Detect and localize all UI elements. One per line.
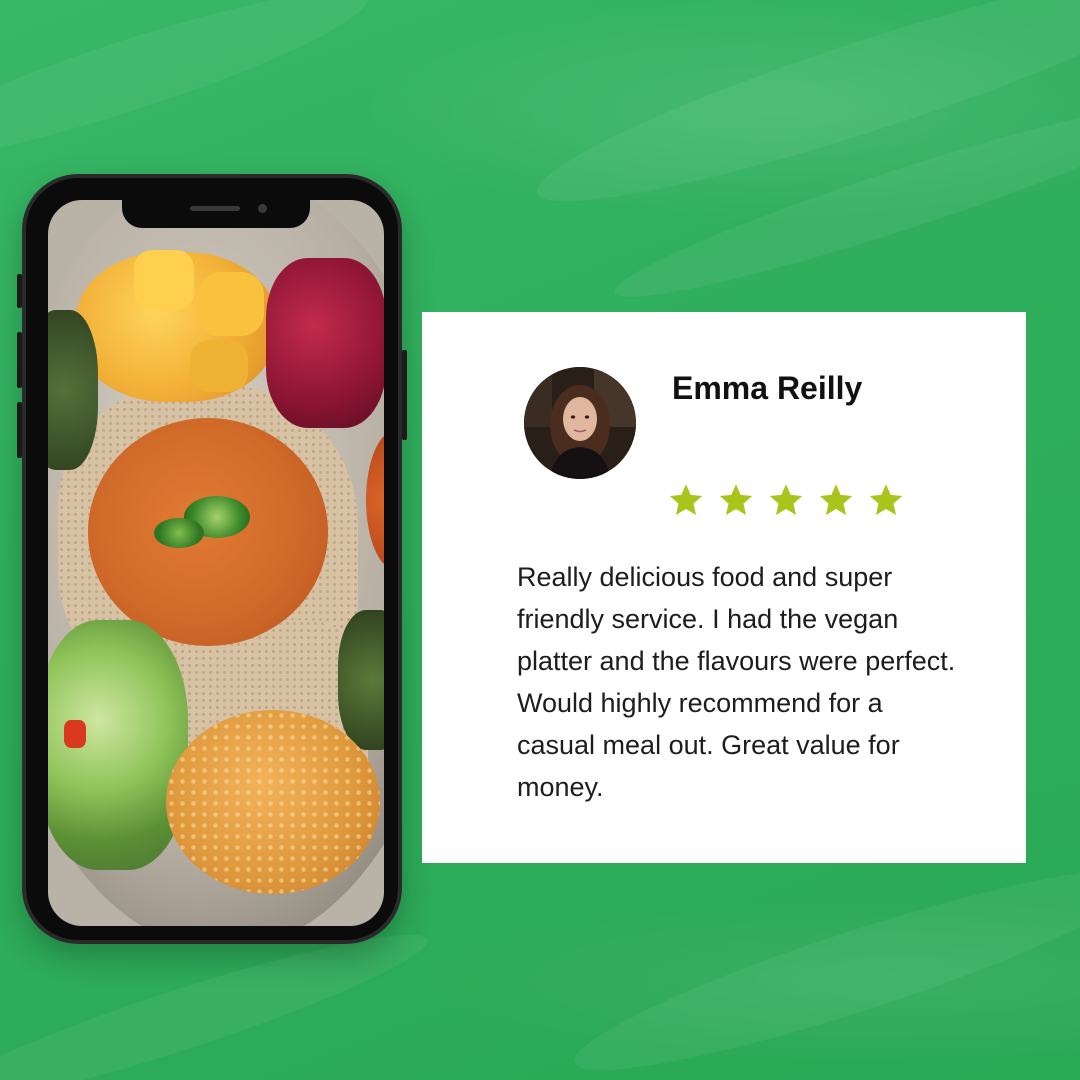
- phone-side-button: [17, 274, 22, 308]
- review-card: Emma Reilly Really delicious food and su…: [422, 312, 1026, 863]
- potato-chunk: [198, 272, 264, 336]
- review-text: Really delicious food and super friendly…: [517, 562, 956, 802]
- phone-mockup: [17, 174, 407, 944]
- potato-chunk: [134, 250, 194, 310]
- star-icon: [719, 484, 753, 515]
- phone-notch: [122, 198, 310, 228]
- food-photo: [48, 200, 384, 926]
- star-rating: [668, 482, 904, 518]
- phone-camera: [258, 204, 267, 213]
- avatar: [524, 367, 636, 479]
- collard-greens: [48, 310, 98, 470]
- reviewer-name: Emma Reilly: [672, 370, 863, 406]
- potato-chunk: [190, 340, 248, 392]
- star-icon: [819, 484, 853, 515]
- avatar-portrait: [524, 367, 636, 479]
- split-pea-texture: [166, 710, 380, 894]
- phone-bezel: [26, 178, 398, 940]
- star-icon: [769, 484, 803, 515]
- jalapeno-slice: [154, 518, 204, 548]
- beetroot: [266, 258, 384, 428]
- star-icon: [869, 484, 903, 515]
- phone-volume-down-button: [17, 402, 22, 458]
- star-icon: [669, 484, 703, 515]
- tomato-piece: [64, 720, 86, 748]
- phone-volume-up-button: [17, 332, 22, 388]
- spinach: [338, 610, 384, 750]
- phone-power-button: [402, 350, 407, 440]
- phone-speaker: [190, 206, 240, 211]
